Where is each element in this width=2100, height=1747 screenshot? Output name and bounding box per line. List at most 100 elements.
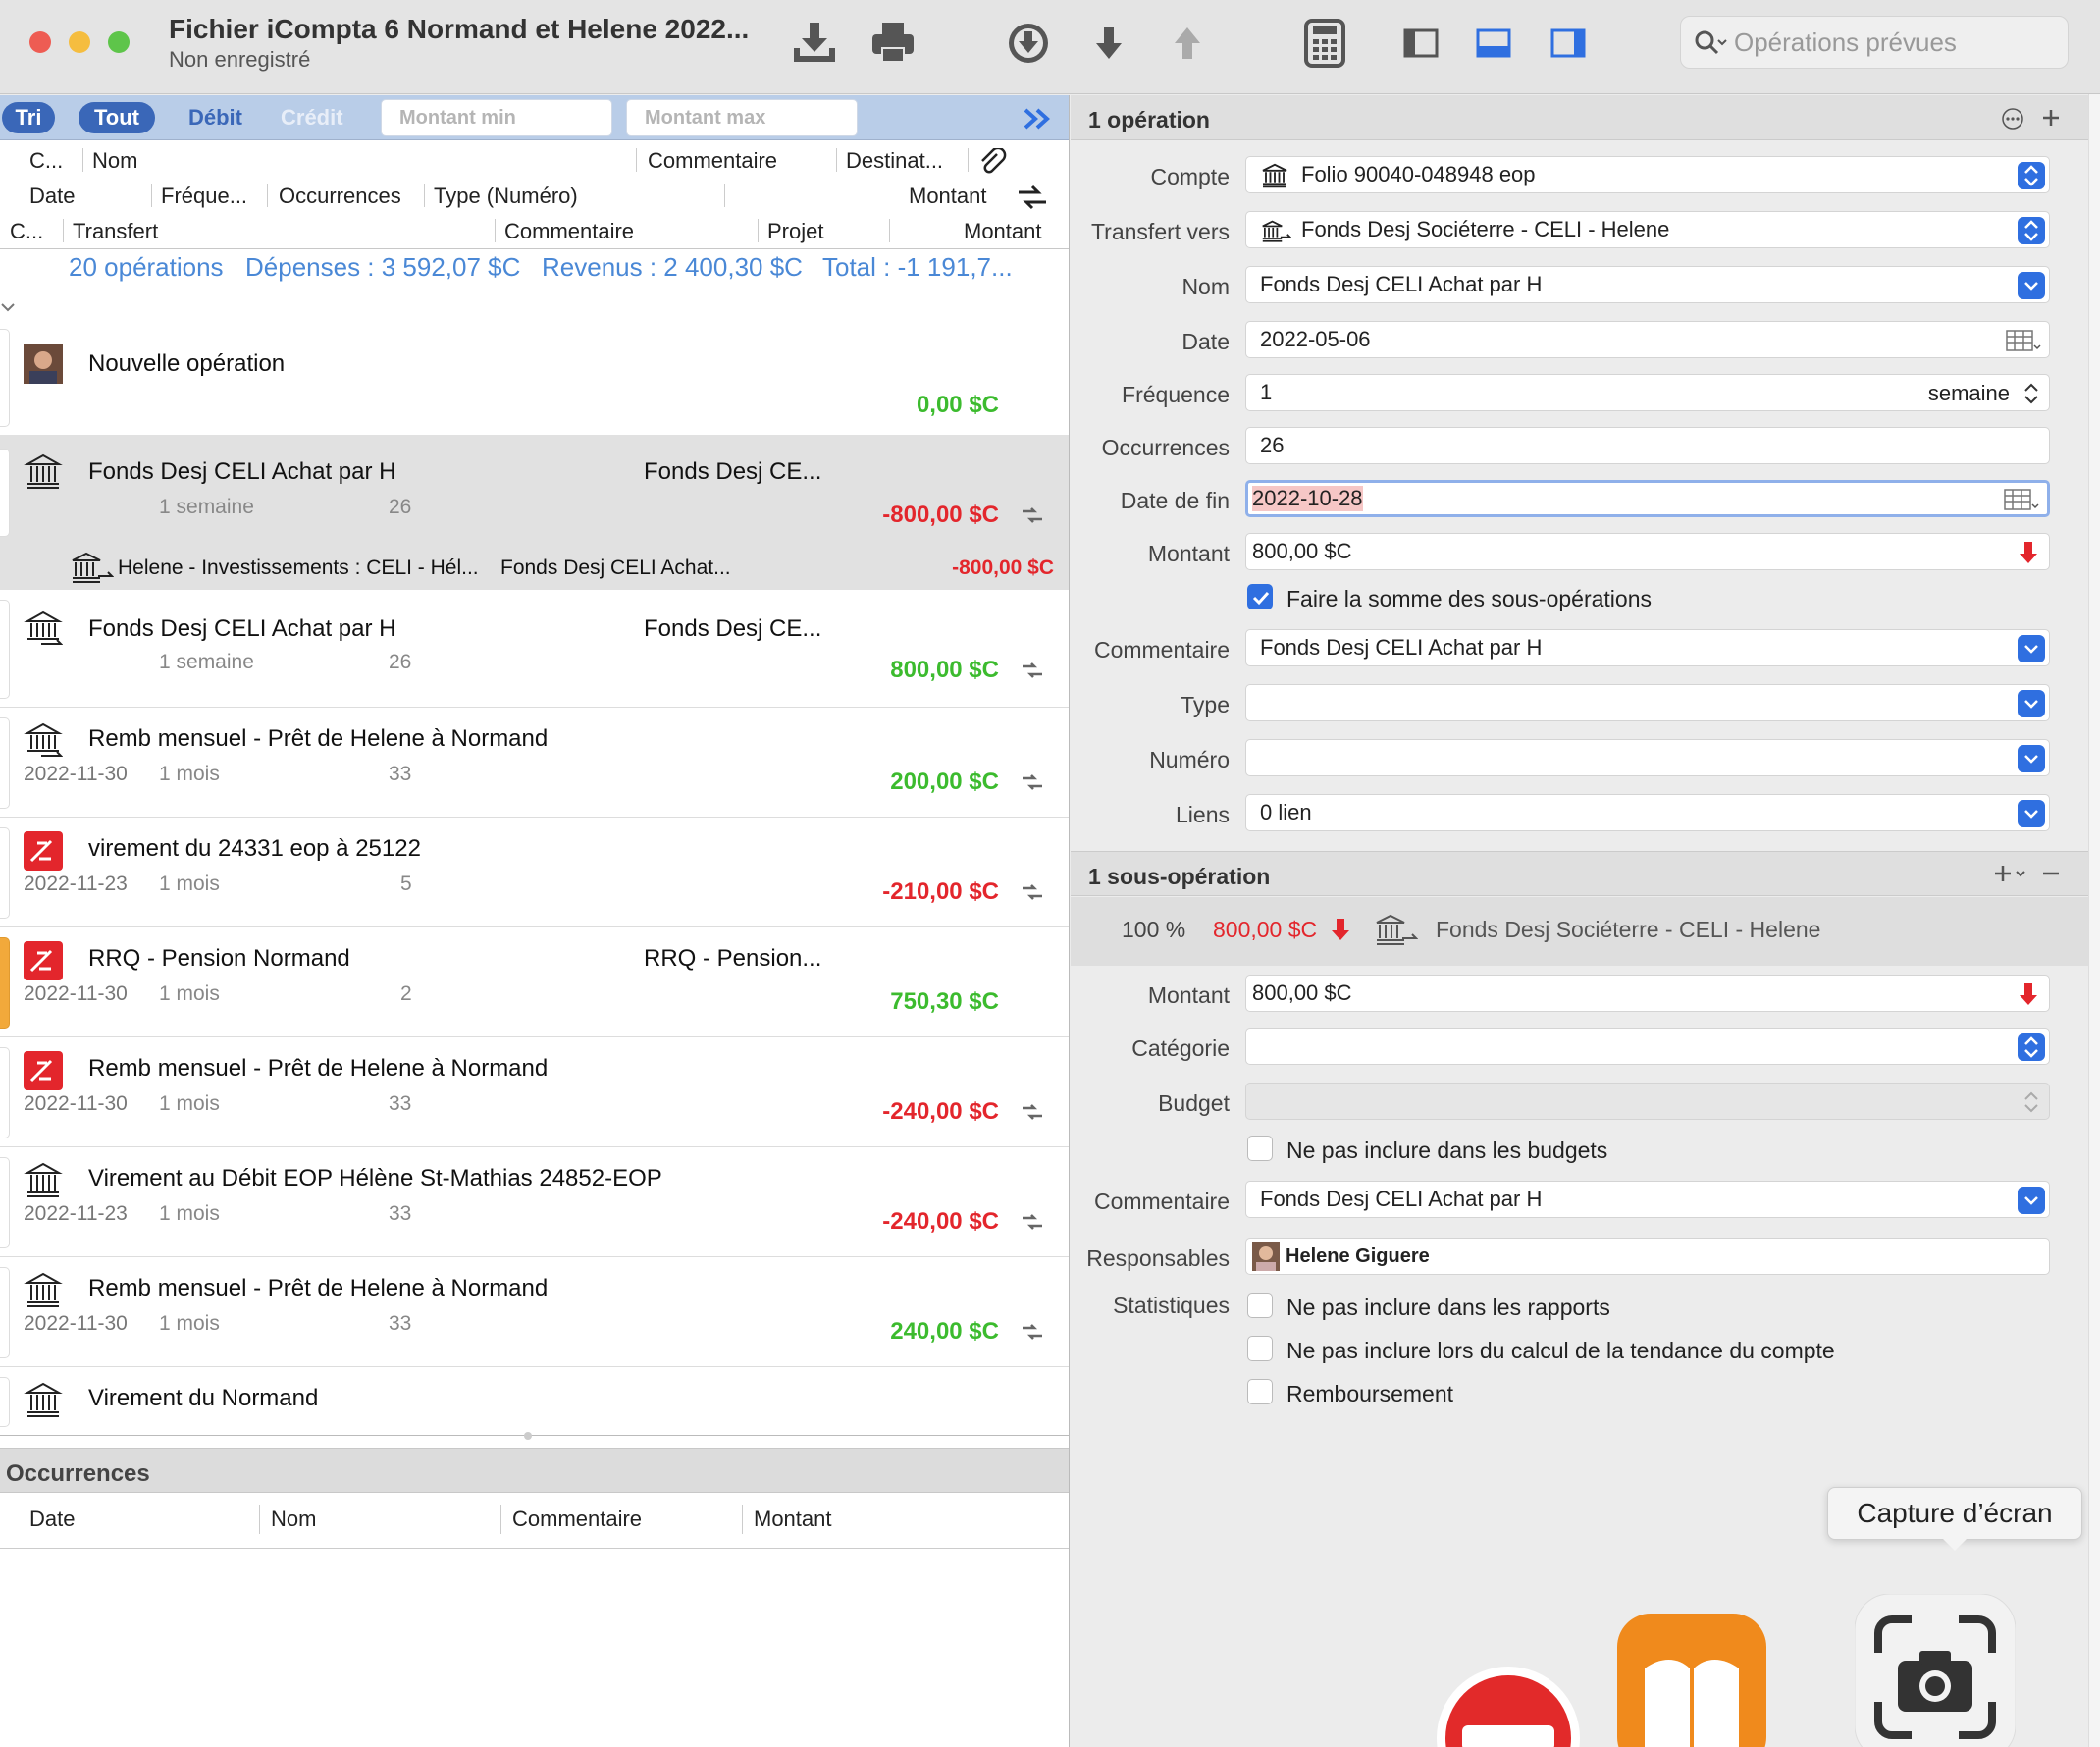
chevron-down-icon[interactable] bbox=[2018, 800, 2045, 827]
sub-amount-field[interactable]: 800,00 $C bbox=[1245, 975, 2050, 1012]
dock-books-icon[interactable] bbox=[1617, 1614, 1766, 1747]
amount-field[interactable]: 800,00 $C bbox=[1245, 533, 2050, 570]
occ-col-name[interactable]: Nom bbox=[271, 1507, 316, 1532]
occurrences-field[interactable]: 26 bbox=[1245, 427, 2050, 464]
col-split-amount[interactable]: Montant bbox=[964, 219, 1042, 244]
frequency-field[interactable]: 1 semaine bbox=[1245, 374, 2050, 411]
split-row[interactable]: 100 % 800,00 $C Fonds Desj Sociéterre - … bbox=[1071, 897, 2100, 966]
amount-max-input[interactable]: Montant max bbox=[626, 99, 858, 136]
col-type[interactable]: Type (Numéro) bbox=[434, 184, 578, 209]
add-icon[interactable] bbox=[2040, 107, 2062, 129]
calendar-icon[interactable] bbox=[2006, 330, 2041, 353]
col-project[interactable]: Projet bbox=[767, 219, 823, 244]
bottom-panel-icon[interactable] bbox=[1466, 16, 1521, 71]
calendar-icon[interactable] bbox=[2004, 489, 2039, 512]
chevron-down-icon[interactable] bbox=[2018, 635, 2045, 662]
import-circle-icon[interactable] bbox=[1001, 16, 1056, 71]
transfer-select[interactable]: Fonds Desj Sociéterre - CELI - Helene bbox=[1245, 211, 2050, 248]
debit-arrow-icon[interactable] bbox=[2018, 981, 2039, 1007]
list-item[interactable]: Remb mensuel - Prêt de Helene à Normand … bbox=[0, 708, 1069, 818]
list-item[interactable]: Remb mensuel - Prêt de Helene à Normand … bbox=[0, 1257, 1069, 1367]
chevron-down-icon[interactable] bbox=[2018, 690, 2045, 717]
account-select[interactable]: Folio 90040-048948 eop bbox=[1245, 156, 2050, 193]
frequency-unit[interactable]: semaine bbox=[1928, 381, 2010, 406]
col-sep bbox=[259, 1505, 260, 1534]
col-split-category[interactable]: C... bbox=[10, 219, 43, 244]
links-combobox[interactable]: 0 lien bbox=[1245, 794, 2050, 831]
list-item[interactable]: Nouvelle opération 0,00 $C bbox=[0, 319, 1069, 435]
list-item[interactable]: Fonds Desj CELI Achat par H Fonds Desj C… bbox=[0, 590, 1069, 708]
zoom-window-button[interactable] bbox=[108, 31, 130, 53]
sub-comment-combobox[interactable]: Fonds Desj CELI Achat par H bbox=[1245, 1181, 2050, 1218]
col-category[interactable]: C... bbox=[29, 148, 63, 174]
name-combobox[interactable]: Fonds Desj CELI Achat par H bbox=[1245, 266, 2050, 303]
close-window-button[interactable] bbox=[29, 31, 51, 53]
occ-col-date[interactable]: Date bbox=[29, 1507, 75, 1532]
filter-credit-button[interactable]: Crédit bbox=[281, 105, 343, 131]
exclude-trend-checkbox[interactable] bbox=[1247, 1336, 1273, 1361]
transfer-icon bbox=[1023, 1324, 1042, 1340]
number-combobox[interactable] bbox=[1245, 739, 2050, 776]
arrow-up-icon[interactable] bbox=[1160, 16, 1215, 71]
more-options-icon[interactable] bbox=[2001, 107, 2024, 131]
responsables-field[interactable]: Helene Giguere bbox=[1245, 1238, 2050, 1275]
col-date[interactable]: Date bbox=[29, 184, 75, 209]
list-item[interactable]: virement du 24331 eop à 25122 2022-11-23… bbox=[0, 818, 1069, 927]
refund-checkbox[interactable] bbox=[1247, 1379, 1273, 1404]
col-frequency[interactable]: Fréque... bbox=[161, 184, 247, 209]
split-handle[interactable] bbox=[524, 1432, 532, 1440]
end-date-field[interactable]: 2022-10-28 bbox=[1245, 480, 2050, 517]
minimize-window-button[interactable] bbox=[69, 31, 90, 53]
dock-no-entry-icon[interactable] bbox=[1435, 1665, 1582, 1747]
col-split-comment[interactable]: Commentaire bbox=[504, 219, 634, 244]
row-frequency: 1 semaine bbox=[159, 496, 254, 518]
list-item[interactable]: Virement du Normand bbox=[0, 1367, 1069, 1436]
list-item-selected[interactable]: Fonds Desj CELI Achat par H Fonds Desj C… bbox=[0, 435, 1069, 590]
row-amount: -800,00 $C bbox=[882, 502, 999, 528]
left-panel-icon[interactable] bbox=[1393, 16, 1448, 71]
col-transfer[interactable]: Transfert bbox=[73, 219, 158, 244]
exclude-reports-checkbox[interactable] bbox=[1247, 1293, 1273, 1318]
amount-min-input[interactable]: Montant min bbox=[381, 99, 612, 136]
filter-debit-button[interactable]: Débit bbox=[188, 105, 242, 131]
col-name[interactable]: Nom bbox=[92, 148, 137, 174]
chevron-down-icon[interactable] bbox=[2018, 272, 2045, 299]
expand-filters-icon[interactable] bbox=[1023, 107, 1052, 131]
right-panel-icon[interactable] bbox=[1541, 16, 1596, 71]
date-field[interactable]: 2022-05-06 bbox=[1245, 321, 2050, 358]
split-transfer: Helene - Investissements : CELI - Hél... bbox=[118, 556, 479, 579]
chevron-down-icon[interactable] bbox=[2018, 1187, 2045, 1214]
search-input[interactable]: Opérations prévues bbox=[1680, 16, 2069, 69]
exclude-budgets-checkbox[interactable] bbox=[1247, 1136, 1273, 1161]
sum-suboperations-checkbox[interactable] bbox=[1247, 584, 1273, 609]
col-destination[interactable]: Destinat... bbox=[846, 148, 943, 174]
col-occurrences[interactable]: Occurrences bbox=[279, 184, 401, 209]
occ-col-amount[interactable]: Montant bbox=[754, 1507, 832, 1532]
col-amount[interactable]: Montant bbox=[909, 184, 987, 209]
print-icon[interactable] bbox=[866, 16, 920, 71]
dock-screenshot-icon[interactable] bbox=[1855, 1594, 2016, 1747]
calculator-icon[interactable] bbox=[1297, 16, 1352, 71]
row-name: Virement du Normand bbox=[88, 1385, 319, 1411]
remove-icon[interactable] bbox=[2040, 863, 2062, 884]
add-split-icon[interactable] bbox=[1993, 863, 2028, 884]
type-combobox[interactable] bbox=[1245, 684, 2050, 721]
col-comment[interactable]: Commentaire bbox=[648, 148, 777, 174]
debit-arrow-icon[interactable] bbox=[2018, 540, 2039, 565]
download-icon[interactable] bbox=[787, 16, 842, 71]
category-select[interactable] bbox=[1245, 1028, 2050, 1065]
list-item[interactable]: Remb mensuel - Prêt de Helene à Normand … bbox=[0, 1037, 1069, 1147]
sort-button[interactable]: Tri bbox=[2, 102, 55, 133]
label-frequency: Fréquence bbox=[1122, 382, 1230, 407]
arrow-down-icon[interactable] bbox=[1081, 16, 1136, 71]
chevron-down-icon[interactable] bbox=[0, 301, 16, 313]
budget-select[interactable] bbox=[1245, 1083, 2050, 1120]
stepper-icon[interactable] bbox=[2021, 381, 2041, 406]
occ-col-comment[interactable]: Commentaire bbox=[512, 1507, 642, 1532]
list-item[interactable]: Virement au Débit EOP Hélène St-Mathias … bbox=[0, 1147, 1069, 1257]
row-amount: 0,00 $C bbox=[916, 392, 999, 418]
chevron-down-icon[interactable] bbox=[2018, 745, 2045, 772]
comment-combobox[interactable]: Fonds Desj CELI Achat par H bbox=[1245, 629, 2050, 666]
list-item[interactable]: RRQ - Pension Normand RRQ - Pension... 2… bbox=[0, 927, 1069, 1037]
filter-all-button[interactable]: Tout bbox=[79, 102, 155, 133]
